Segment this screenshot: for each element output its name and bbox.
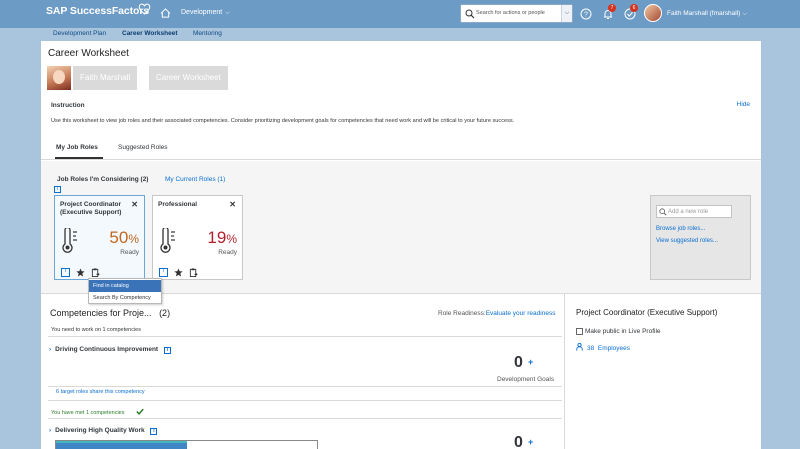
info-icon[interactable]: i <box>150 428 158 435</box>
add-role-box: Add a new role Browse job roles... View … <box>650 195 751 280</box>
role-card-name: Professional <box>158 201 198 208</box>
competencies-title: Competencies for Proje... (2) <box>50 308 171 318</box>
menu-item-search-by-competency[interactable]: Search By Competency <box>89 292 161 304</box>
add-goal-icon[interactable]: + <box>528 357 533 367</box>
role-context-menu: Find in catalog Search By Competency <box>88 278 162 304</box>
sub-navigation: Development Plan Career Worksheet Mentor… <box>0 28 800 41</box>
info-icon[interactable]: i <box>159 268 168 277</box>
role-card-name: Project Coordinator (Executive Support) <box>60 201 122 216</box>
global-search[interactable]: Search for actions or people ⌵ <box>460 4 573 23</box>
role-card-actions: i <box>159 268 209 278</box>
subnav-tab-development-plan[interactable]: Development Plan <box>53 30 106 37</box>
tab-my-job-roles[interactable]: My Job Roles <box>56 144 98 151</box>
person-icon <box>576 343 583 351</box>
module-menu-label: Development <box>181 9 223 16</box>
instruction-text: Use this worksheet to view job roles and… <box>51 118 515 124</box>
subnav-tab-mentoring[interactable]: Mentoring <box>193 30 222 37</box>
search-icon <box>659 208 667 216</box>
add-role-placeholder: Add a new role <box>668 209 709 215</box>
employees-link[interactable]: 38 Employees <box>576 343 630 352</box>
heart-icon <box>138 3 151 15</box>
user-avatar[interactable] <box>644 4 662 22</box>
job-roles-area: Job Roles I'm Considering (2) My Current… <box>41 161 761 293</box>
competency-row-driving-improvement[interactable]: › Driving Continuous Improvement i <box>49 346 171 354</box>
career-worksheet-panel: Career Worksheet Faith Marshall Career W… <box>41 41 761 449</box>
chevron-right-icon[interactable]: › <box>49 346 51 353</box>
info-icon[interactable]: i <box>54 186 61 193</box>
thermometer-icon <box>160 228 175 253</box>
competency-rating-fill <box>56 441 187 449</box>
menu-item-find-in-catalog[interactable]: Find in catalog <box>89 280 161 292</box>
sap-successfactors-logo[interactable]: SAP SuccessFactors <box>46 5 149 17</box>
add-role-input[interactable]: Add a new role <box>656 205 732 218</box>
hide-instruction-link[interactable]: Hide <box>737 101 750 108</box>
home-icon[interactable] <box>160 8 171 18</box>
crumb-user[interactable]: Faith Marshall <box>73 66 138 90</box>
info-icon[interactable]: i <box>163 347 171 354</box>
divider <box>48 386 562 387</box>
user-photo <box>47 66 71 90</box>
search-dropdown-icon[interactable]: ⌵ <box>561 5 572 22</box>
divider <box>48 336 562 337</box>
shell-header: SAP SuccessFactors Development ⌵ Search f… <box>0 0 800 28</box>
roles-considering-label: Job Roles I'm Considering (2) <box>57 176 149 183</box>
notifications-badge: 7 <box>608 4 616 12</box>
page-title: Career Worksheet <box>48 48 129 59</box>
chevron-right-icon[interactable]: › <box>49 427 51 434</box>
evaluate-readiness-link[interactable]: Evaluate your readiness <box>486 310 556 317</box>
development-goals-count: 0 <box>514 434 523 449</box>
divider <box>48 400 562 401</box>
competency-rating-bar <box>55 440 318 449</box>
search-input[interactable]: Search for actions or people <box>476 10 545 16</box>
view-suggested-roles-link[interactable]: View suggested roles... <box>656 238 718 244</box>
todo-badge: 6 <box>630 4 638 12</box>
star-icon[interactable] <box>76 268 85 277</box>
tab-suggested-roles[interactable]: Suggested Roles <box>118 144 168 151</box>
star-icon[interactable] <box>174 268 183 277</box>
make-public-label: Make public in Live Profile <box>585 328 661 335</box>
target-roles-link[interactable]: 6 target roles share this competency <box>56 389 145 395</box>
subnav-tab-career-worksheet[interactable]: Career Worksheet <box>122 30 178 37</box>
active-tab-indicator <box>55 157 103 159</box>
readiness-percent: 50% <box>109 228 139 247</box>
info-icon[interactable]: i <box>61 268 70 277</box>
close-icon[interactable]: ✕ <box>229 200 236 209</box>
development-goals-count: 0 <box>514 354 523 371</box>
competency-row-high-quality-work[interactable]: › Delivering High Quality Work i <box>49 427 158 435</box>
role-card-project-coordinator[interactable]: Project Coordinator (Executive Support) … <box>54 195 145 280</box>
role-details-title: Project Coordinator (Executive Support) <box>576 308 718 317</box>
role-details-pane: Project Coordinator (Executive Support) … <box>564 294 761 449</box>
readiness-percent: 19% <box>207 228 237 247</box>
role-tabs: My Job Roles Suggested Roles <box>41 135 761 160</box>
make-public-checkbox[interactable] <box>576 328 583 335</box>
current-roles-link[interactable]: My Current Roles (1) <box>165 176 225 183</box>
development-goals-label: Development Goals <box>497 376 555 383</box>
instruction-title: Instruction <box>51 102 85 109</box>
search-icon <box>465 9 475 19</box>
role-readiness: Role Readiness:Evaluate your readiness <box>438 310 556 317</box>
met-competencies-text: You have met 1 competencies <box>51 410 125 416</box>
browse-job-roles-link[interactable]: Browse job roles... <box>656 226 705 232</box>
readiness-label: Ready <box>120 249 139 256</box>
thermometer-icon <box>62 228 77 253</box>
need-work-text: You need to work on 1 competencies <box>51 327 141 333</box>
chevron-down-icon: ⌵ <box>225 10 230 16</box>
role-card-professional[interactable]: Professional ✕ 19% Ready i <box>152 195 243 280</box>
user-menu[interactable]: Faith Marshall (fmarshall) ⌵ <box>667 10 747 18</box>
close-icon[interactable]: ✕ <box>131 200 138 209</box>
module-menu[interactable]: Development ⌵ <box>181 9 230 17</box>
chevron-down-icon: ⌵ <box>742 10 748 17</box>
role-card-actions: i <box>61 268 111 278</box>
add-goal-icon[interactable]: + <box>528 437 533 447</box>
checkmark-icon <box>136 408 144 415</box>
clipboard-icon[interactable] <box>189 268 198 277</box>
help-icon[interactable]: ? <box>580 8 592 20</box>
readiness-label: Ready <box>218 249 237 256</box>
user-name: Faith Marshall (fmarshall) <box>667 10 741 17</box>
clipboard-icon[interactable] <box>91 268 100 277</box>
svg-text:?: ? <box>584 12 588 19</box>
competencies-section: Competencies for Proje... (2) Role Readi… <box>41 293 761 449</box>
divider <box>48 418 562 419</box>
crumb-page[interactable]: Career Worksheet <box>149 66 228 90</box>
